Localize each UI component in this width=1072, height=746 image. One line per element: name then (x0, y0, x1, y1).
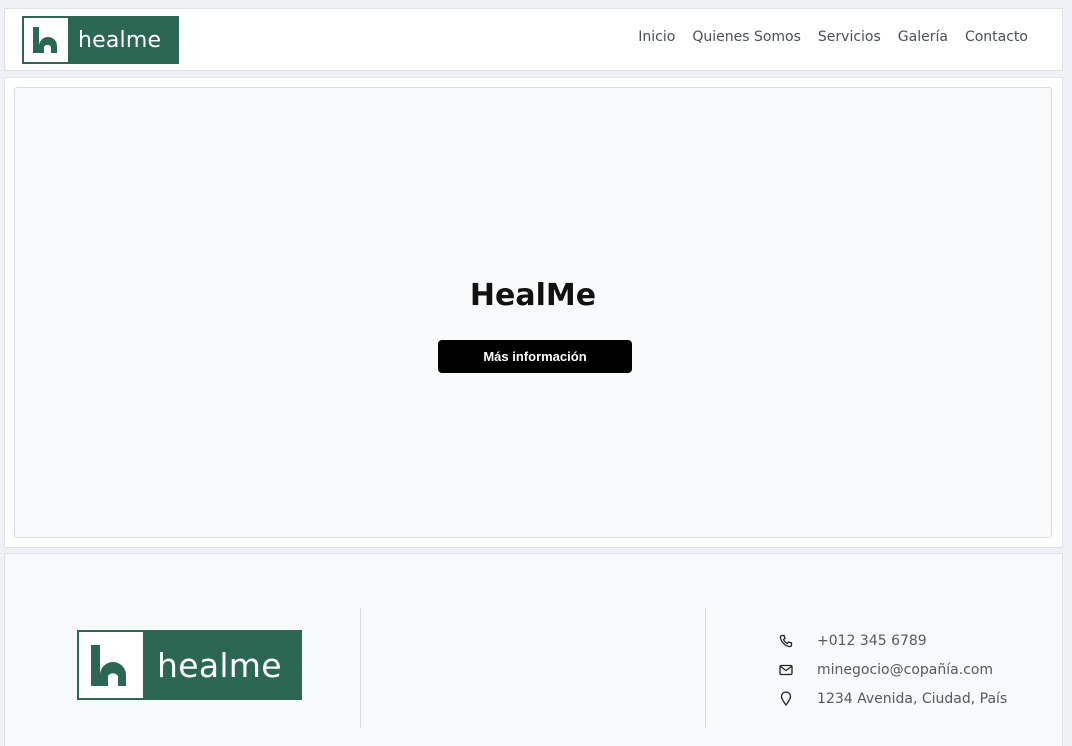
contact-email-text: minegocio@copañía.com (817, 661, 994, 678)
logo-mark-icon (24, 18, 68, 62)
site-footer: healme +012 345 6789 minegocio@copañía.c… (4, 553, 1063, 746)
logo-text: healme (157, 645, 282, 685)
nav-quienes-somos[interactable]: Quienes Somos (692, 29, 801, 45)
logo-text: healme (78, 27, 162, 53)
hero-panel: HealMe Más información (14, 87, 1052, 538)
main-nav: Inicio Quienes Somos Servicios Galería C… (638, 29, 1028, 45)
nav-galeria[interactable]: Galería (898, 29, 948, 45)
hero-section: HealMe Más información (4, 77, 1063, 548)
nav-inicio[interactable]: Inicio (638, 29, 675, 45)
footer-logo[interactable]: healme (77, 630, 302, 700)
contact-address-text: 1234 Avenida, Ciudad, País (817, 690, 1008, 707)
nav-servicios[interactable]: Servicios (818, 29, 881, 45)
nav-contacto[interactable]: Contacto (965, 29, 1028, 45)
header-logo[interactable]: healme (22, 16, 179, 64)
more-info-button[interactable]: Más información (438, 340, 632, 373)
contact-phone-text: +012 345 6789 (817, 632, 927, 649)
contact-phone[interactable]: +012 345 6789 (777, 626, 1007, 655)
footer-divider (360, 608, 361, 728)
footer-divider (705, 608, 706, 728)
contact-info: +012 345 6789 minegocio@copañía.com 1234… (777, 626, 1007, 713)
location-pin-icon (777, 691, 795, 707)
site-header: healme Inicio Quienes Somos Servicios Ga… (4, 8, 1063, 71)
contact-email[interactable]: minegocio@copañía.com (777, 655, 1007, 684)
mail-icon (777, 662, 795, 678)
phone-icon (777, 633, 795, 649)
logo-mark-icon (79, 632, 143, 698)
contact-address: 1234 Avenida, Ciudad, País (777, 684, 1007, 713)
hero-title: HealMe (469, 278, 597, 313)
